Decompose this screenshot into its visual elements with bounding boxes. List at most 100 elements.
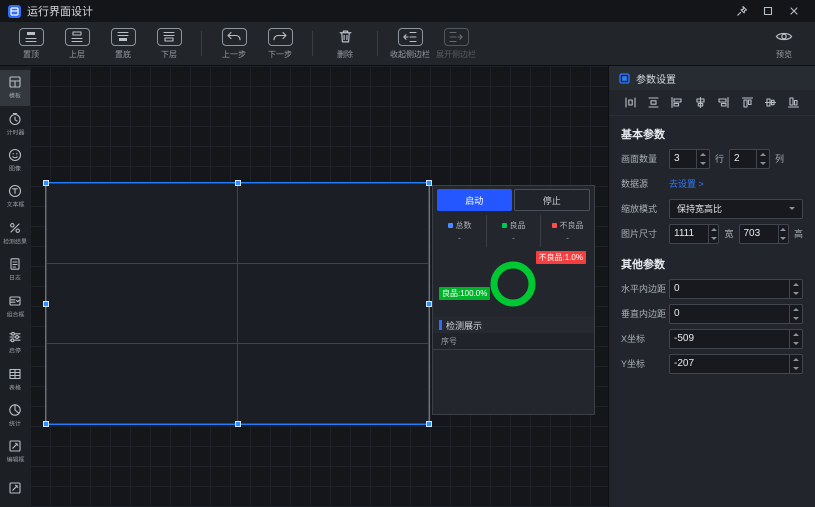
sidebar-item-table[interactable]: 表格	[0, 361, 30, 397]
h-padding-stepper[interactable]	[789, 280, 802, 298]
rows-count-stepper[interactable]	[696, 150, 709, 168]
sidebar-item-label: 启停	[9, 347, 21, 356]
sidebar-item-textbox[interactable]: 文本框	[0, 179, 30, 215]
yield-ring-chart: 不良品:1.0% 良品:100.0%	[433, 247, 594, 317]
rows-count-input[interactable]	[670, 150, 696, 168]
stat-value: -	[566, 233, 569, 243]
layer-up-button[interactable]: 上层	[54, 22, 100, 65]
delete-button[interactable]: 删除	[322, 22, 368, 65]
app-window: 运行界面设计 置顶 上层	[0, 0, 815, 507]
other-params-title: 其他参数	[609, 246, 815, 276]
v-padding-input[interactable]	[670, 305, 789, 323]
sidebar-item-combobox[interactable]: 组合框	[0, 289, 30, 325]
stat-defect: 不良品 -	[540, 215, 594, 247]
selection-handle-s[interactable]	[235, 421, 241, 427]
field-label: 缩放模式	[621, 202, 669, 215]
x-coord-stepper[interactable]	[789, 330, 802, 348]
section-title: 检测展示	[446, 319, 482, 332]
template-cell[interactable]	[238, 264, 428, 343]
design-canvas[interactable]: 启动 停止 总数 - 良品 - 不良品 -	[30, 66, 608, 507]
sidebar-item-image[interactable]: 图像	[0, 143, 30, 179]
app-logo-icon	[8, 5, 21, 18]
sidebar-item-template[interactable]: 模板	[0, 70, 30, 106]
selection-handle-n[interactable]	[235, 180, 241, 186]
selection-handle-sw[interactable]	[43, 421, 49, 427]
start-button[interactable]: 启动	[437, 189, 512, 211]
defect-dot-icon	[552, 223, 557, 228]
run-controls: 启动 停止	[433, 186, 594, 211]
cols-count-stepper[interactable]	[756, 150, 769, 168]
template-cell[interactable]	[238, 344, 428, 423]
expand-sidebar-button[interactable]: 展开侧边栏	[433, 22, 479, 65]
stat-total: 总数 -	[433, 215, 486, 247]
field-label: 图片尺寸	[621, 227, 669, 240]
template-cell[interactable]	[47, 184, 237, 263]
start-stop-icon	[8, 330, 22, 344]
pin-icon[interactable]	[729, 1, 755, 21]
bring-to-front-button[interactable]: 置顶	[8, 22, 54, 65]
stats-icon	[8, 403, 22, 417]
window-title: 运行界面设计	[27, 3, 93, 19]
stop-button[interactable]: 停止	[514, 189, 591, 211]
send-to-back-icon	[111, 28, 136, 46]
sidebar-item-start-stop[interactable]: 启停	[0, 325, 30, 361]
field-label: 水平内边距	[621, 282, 669, 295]
v-padding-stepper[interactable]	[789, 305, 802, 323]
eye-icon	[772, 28, 797, 46]
align-right-icon[interactable]	[715, 94, 733, 112]
send-to-back-button[interactable]: 置底	[100, 22, 146, 65]
window-controls	[729, 1, 807, 21]
selected-template-widget[interactable]	[45, 182, 430, 425]
scale-mode-select[interactable]: 保持宽高比	[669, 199, 803, 219]
sidebar-item-detect-result[interactable]: 检测结果	[0, 216, 30, 252]
titlebar: 运行界面设计	[0, 0, 815, 22]
y-coord-input[interactable]	[670, 355, 789, 373]
layer-down-button[interactable]: 下层	[146, 22, 192, 65]
selection-handle-nw[interactable]	[43, 180, 49, 186]
field-label: Y坐标	[621, 357, 669, 370]
sidebar-item-log[interactable]: 日志	[0, 252, 30, 288]
distribute-vertical-icon[interactable]	[644, 94, 662, 112]
selection-handle-se[interactable]	[426, 421, 432, 427]
collapse-sidebar-button[interactable]: 收起侧边栏	[387, 22, 433, 65]
cols-count-input[interactable]	[730, 150, 756, 168]
h-padding-input[interactable]	[670, 280, 789, 298]
sidebar-item-editbox[interactable]: 编辑框	[0, 434, 30, 470]
image-width-stepper[interactable]	[708, 225, 718, 243]
y-coord-field	[669, 354, 803, 374]
stat-value: -	[512, 233, 515, 243]
align-left-icon[interactable]	[668, 94, 686, 112]
distribute-horizontal-icon[interactable]	[621, 94, 639, 112]
close-icon[interactable]	[781, 1, 807, 21]
image-height-input[interactable]	[740, 225, 778, 243]
selection-handle-w[interactable]	[43, 301, 49, 307]
h-padding-row: 水平内边距	[609, 276, 815, 301]
align-top-icon[interactable]	[738, 94, 756, 112]
template-cell[interactable]	[238, 184, 428, 263]
toolbar-button-label: 下层	[161, 49, 177, 60]
x-coord-input[interactable]	[670, 330, 789, 348]
template-cell[interactable]	[47, 344, 237, 423]
sidebar-item-stats[interactable]: 统计	[0, 398, 30, 434]
rows-count-field	[669, 149, 710, 169]
data-source-link[interactable]: 去设置 >	[669, 177, 704, 190]
sidebar-item-timer[interactable]: 计时器	[0, 106, 30, 142]
image-width-input[interactable]	[670, 225, 708, 243]
detection-preview-widget[interactable]: 启动 停止 总数 - 良品 - 不良品 -	[432, 185, 595, 415]
redo-button[interactable]: 下一步	[257, 22, 303, 65]
widget-sidebar: 模板 计时器 图像 文本框 检测结果 日志	[0, 66, 30, 507]
align-center-horizontal-icon[interactable]	[691, 94, 709, 112]
align-bottom-icon[interactable]	[785, 94, 803, 112]
sidebar-item-label: 检测结果	[3, 238, 27, 247]
align-center-vertical-icon[interactable]	[762, 94, 780, 112]
undo-button[interactable]: 上一步	[211, 22, 257, 65]
editbox-icon	[8, 439, 22, 453]
image-height-stepper[interactable]	[778, 225, 788, 243]
table-column-header: 序号	[433, 333, 594, 350]
preview-button[interactable]: 预览	[761, 22, 807, 65]
y-coord-stepper[interactable]	[789, 355, 802, 373]
template-cell[interactable]	[47, 264, 237, 343]
maximize-icon[interactable]	[755, 1, 781, 21]
toolbar-spacer	[479, 22, 761, 65]
sidebar-item-more[interactable]	[0, 471, 30, 507]
